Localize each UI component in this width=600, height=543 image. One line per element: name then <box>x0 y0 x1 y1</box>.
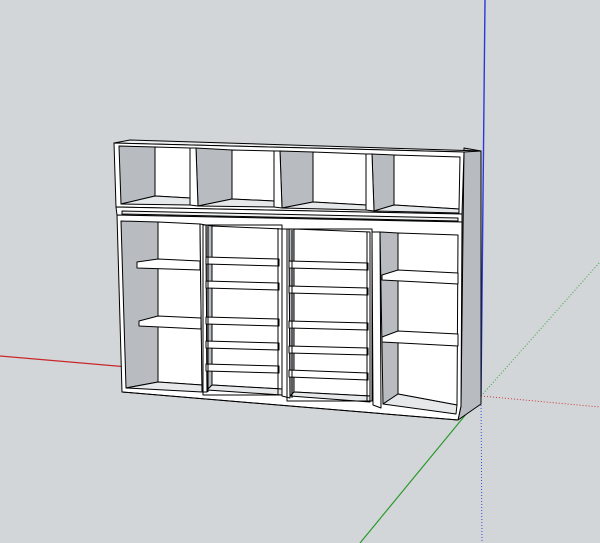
model-canvas[interactable] <box>0 0 600 543</box>
red-axis-dotted <box>480 395 600 408</box>
left-section-back <box>157 221 203 386</box>
bookcase-model[interactable] <box>113 139 482 421</box>
left-shelf-1[interactable] <box>136 258 201 271</box>
center-right-shelf-4[interactable] <box>288 345 369 356</box>
center-left-shelf-2[interactable] <box>205 280 280 291</box>
center-left-shelf-5[interactable] <box>205 363 280 374</box>
red-axis <box>0 355 129 368</box>
cubby-upper-4-side <box>371 153 395 212</box>
cubby-upper-2-side <box>195 147 233 207</box>
center-left-shelf-4[interactable] <box>205 340 280 351</box>
lower-left-section <box>120 220 203 393</box>
cubby-upper-4-back <box>393 154 461 210</box>
lower-divider-3 <box>371 231 382 409</box>
center-left-shelf-3[interactable] <box>205 316 280 327</box>
center-right-section <box>286 228 373 403</box>
cubby-upper-2-back <box>231 149 275 202</box>
center-right-shelf-3[interactable] <box>288 320 369 331</box>
cubby-upper-1-side <box>118 145 156 205</box>
green-axis-dotted <box>480 261 600 397</box>
center-left-section <box>202 224 283 396</box>
sketchup-viewport[interactable] <box>0 0 600 543</box>
lower-right-section <box>379 231 459 415</box>
center-left-shelf-1[interactable] <box>205 256 280 267</box>
left-section-side <box>120 220 159 389</box>
cubby-upper-3-back <box>312 151 367 206</box>
cubby-upper-1-back <box>154 146 191 199</box>
green-axis <box>359 395 482 543</box>
right-section-side <box>379 231 399 405</box>
right-section-back <box>397 232 459 406</box>
cubby-upper-3-side <box>279 150 314 209</box>
center-right-shelf-1[interactable] <box>288 260 369 271</box>
blue-axis <box>480 0 486 397</box>
center-right-shelf-2[interactable] <box>288 285 369 296</box>
upper-cubbies <box>118 145 461 214</box>
blue-axis-dotted <box>480 395 483 543</box>
